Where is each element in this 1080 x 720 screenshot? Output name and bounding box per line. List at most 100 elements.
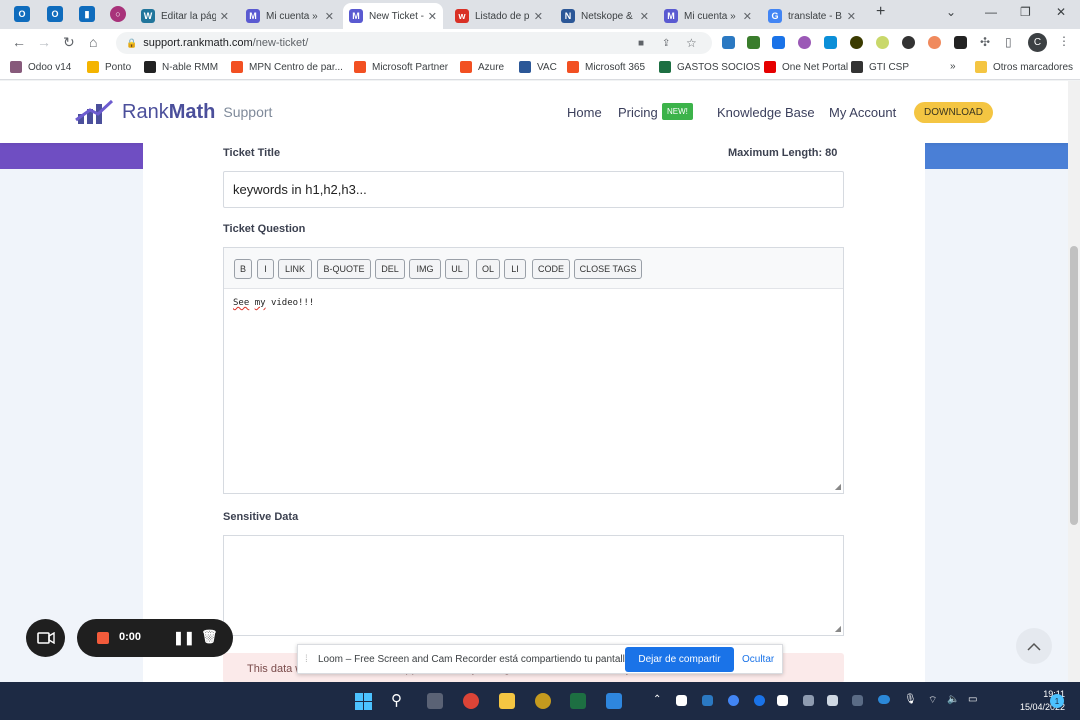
nav-home[interactable]: Home: [567, 105, 602, 120]
stop-recording-icon[interactable]: [97, 632, 109, 644]
bookmarks-overflow[interactable]: »: [950, 61, 956, 72]
extension-icon[interactable]: [824, 36, 837, 49]
search-icon[interactable]: ⚲: [391, 691, 402, 709]
editor-close-tags-button[interactable]: CLOSE TAGS: [574, 259, 642, 279]
browser-tab[interactable]: M Mi cuenta » ✕: [658, 3, 758, 29]
back-button[interactable]: ←: [12, 34, 26, 50]
bookmark-star-icon[interactable]: ☆: [686, 36, 697, 50]
file-explorer-icon[interactable]: [499, 693, 515, 709]
address-bar[interactable]: 🔒 support.rankmath.com/new-ticket/ ■ ⇪ ☆: [116, 32, 712, 54]
ticket-title-input[interactable]: keywords in h1,h2,h3...: [223, 171, 844, 208]
download-button[interactable]: DOWNLOAD: [914, 102, 993, 123]
extension-icon[interactable]: [747, 36, 760, 49]
browser-tab[interactable]: w Listado de p ✕: [449, 3, 549, 29]
bookmark-item[interactable]: Ponto: [87, 61, 131, 73]
trash-icon[interactable]: 🗑: [201, 629, 218, 645]
nav-knowledge-base[interactable]: Knowledge Base: [717, 105, 815, 120]
tab-close-icon[interactable]: ✕: [534, 10, 543, 23]
ticket-question-text[interactable]: See my video!!!: [233, 298, 314, 308]
browser-tab[interactable]: N Netskope & ✕: [555, 3, 655, 29]
tray-app-icon[interactable]: [827, 695, 838, 706]
editor-li-button[interactable]: LI: [504, 259, 526, 279]
nav-pricing[interactable]: Pricing: [618, 105, 658, 120]
tray-app-icon[interactable]: [803, 695, 814, 706]
bookmark-item[interactable]: VAC: [519, 61, 557, 73]
extension-icon[interactable]: [902, 36, 915, 49]
hide-notice-link[interactable]: Ocultar: [742, 654, 774, 665]
windows-start-icon[interactable]: [355, 693, 372, 710]
loom-camera-button[interactable]: [26, 619, 65, 657]
home-button[interactable]: ⌂: [89, 34, 97, 50]
chrome-icon[interactable]: [463, 693, 479, 709]
browser-tab[interactable]: M New Ticket - ✕: [343, 3, 443, 29]
editor-link-button[interactable]: LINK: [278, 259, 312, 279]
extension-icon[interactable]: [722, 36, 735, 49]
tab-close-icon[interactable]: ✕: [743, 10, 752, 23]
scrollbar-thumb[interactable]: [1070, 246, 1078, 525]
bookmark-item[interactable]: MPN Centro de par...: [231, 61, 343, 73]
restore-button[interactable]: ❐: [1020, 5, 1031, 19]
notification-badge[interactable]: 1: [1050, 694, 1064, 708]
bookmark-item[interactable]: Microsoft Partner: [354, 61, 448, 73]
wifi-icon[interactable]: ⌔: [928, 694, 937, 707]
editor-del-button[interactable]: DEL: [375, 259, 405, 279]
tray-app-icon[interactable]: [676, 695, 687, 706]
task-view-icon[interactable]: [427, 693, 443, 709]
extension-icon[interactable]: [954, 36, 967, 49]
tray-app-icon[interactable]: [852, 695, 863, 706]
editor-i-button[interactable]: I: [257, 259, 274, 279]
tray-chevron-icon[interactable]: ⌃: [653, 694, 661, 705]
rankmath-logo[interactable]: RankMath Support: [74, 98, 272, 126]
side-panel-icon[interactable]: ▯: [1005, 35, 1012, 49]
resize-handle-icon[interactable]: ◢: [835, 624, 841, 633]
outlook-pinned-tab-icon[interactable]: O: [14, 6, 30, 22]
bookmark-item[interactable]: One Net Portal: [764, 61, 848, 73]
browser-tab[interactable]: M Mi cuenta » ✕: [240, 3, 340, 29]
extension-icon[interactable]: [772, 36, 785, 49]
page-scrollbar[interactable]: [1068, 81, 1080, 682]
drag-handle-icon[interactable]: ⁞: [305, 654, 308, 665]
menu-icon[interactable]: ⋮: [1058, 34, 1070, 48]
editor-ol-button[interactable]: OL: [476, 259, 500, 279]
notepad-icon[interactable]: [606, 693, 622, 709]
stop-sharing-button[interactable]: Dejar de compartir: [625, 647, 734, 672]
microphone-icon[interactable]: 🎙: [904, 694, 917, 705]
tab-search-icon[interactable]: ⌄: [946, 5, 956, 19]
excel-icon[interactable]: [570, 693, 586, 709]
pause-icon[interactable]: ❚❚: [173, 630, 195, 646]
ticket-question-editor[interactable]: B I LINK B-QUOTE DEL IMG UL OL LI CODE CLOSE TAGS …: [223, 247, 844, 494]
outlook-pinned-tab-icon[interactable]: O: [47, 6, 63, 22]
minimize-button[interactable]: —: [985, 5, 997, 19]
tab-close-icon[interactable]: ✕: [847, 10, 856, 23]
puzzle-icon[interactable]: ✣: [980, 35, 990, 49]
editor-b-quote-button[interactable]: B-QUOTE: [317, 259, 371, 279]
other-bookmarks[interactable]: Otros marcadores: [975, 61, 1073, 73]
browser-tab[interactable]: W Editar la pág ✕: [135, 3, 235, 29]
ring-pinned-tab-icon[interactable]: ○: [110, 6, 126, 22]
close-window-button[interactable]: ✕: [1056, 5, 1066, 19]
editor-img-button[interactable]: IMG: [409, 259, 441, 279]
new-tab-button[interactable]: +: [876, 3, 885, 21]
reload-button[interactable]: ↻: [63, 34, 75, 51]
tray-app-icon[interactable]: [728, 695, 739, 706]
resize-handle-icon[interactable]: ◢: [835, 482, 841, 491]
tray-app-icon[interactable]: [777, 695, 788, 706]
camera-icon[interactable]: ■: [638, 38, 644, 49]
browser-tab[interactable]: Gtranslate - B ✕: [762, 3, 862, 29]
office-pinned-tab-icon[interactable]: ▮: [79, 6, 95, 22]
nav-my-account[interactable]: My Account: [829, 105, 896, 120]
bookmark-item[interactable]: GTI CSP: [851, 61, 909, 73]
bookmark-item[interactable]: Azure: [460, 61, 504, 73]
extension-icon[interactable]: [798, 36, 811, 49]
tab-close-icon[interactable]: ✕: [220, 10, 229, 23]
battery-icon[interactable]: ▭: [968, 694, 977, 705]
scroll-to-top-button[interactable]: [1016, 628, 1052, 664]
bookmark-item[interactable]: Odoo v14: [10, 61, 71, 73]
volume-icon[interactable]: 🔈: [947, 694, 959, 705]
editor-ul-button[interactable]: UL: [445, 259, 469, 279]
tray-app-icon[interactable]: [702, 695, 713, 706]
extension-icon[interactable]: [928, 36, 941, 49]
editor-b-button[interactable]: B: [234, 259, 252, 279]
bluetooth-icon[interactable]: [754, 695, 765, 706]
app-icon[interactable]: [535, 693, 551, 709]
